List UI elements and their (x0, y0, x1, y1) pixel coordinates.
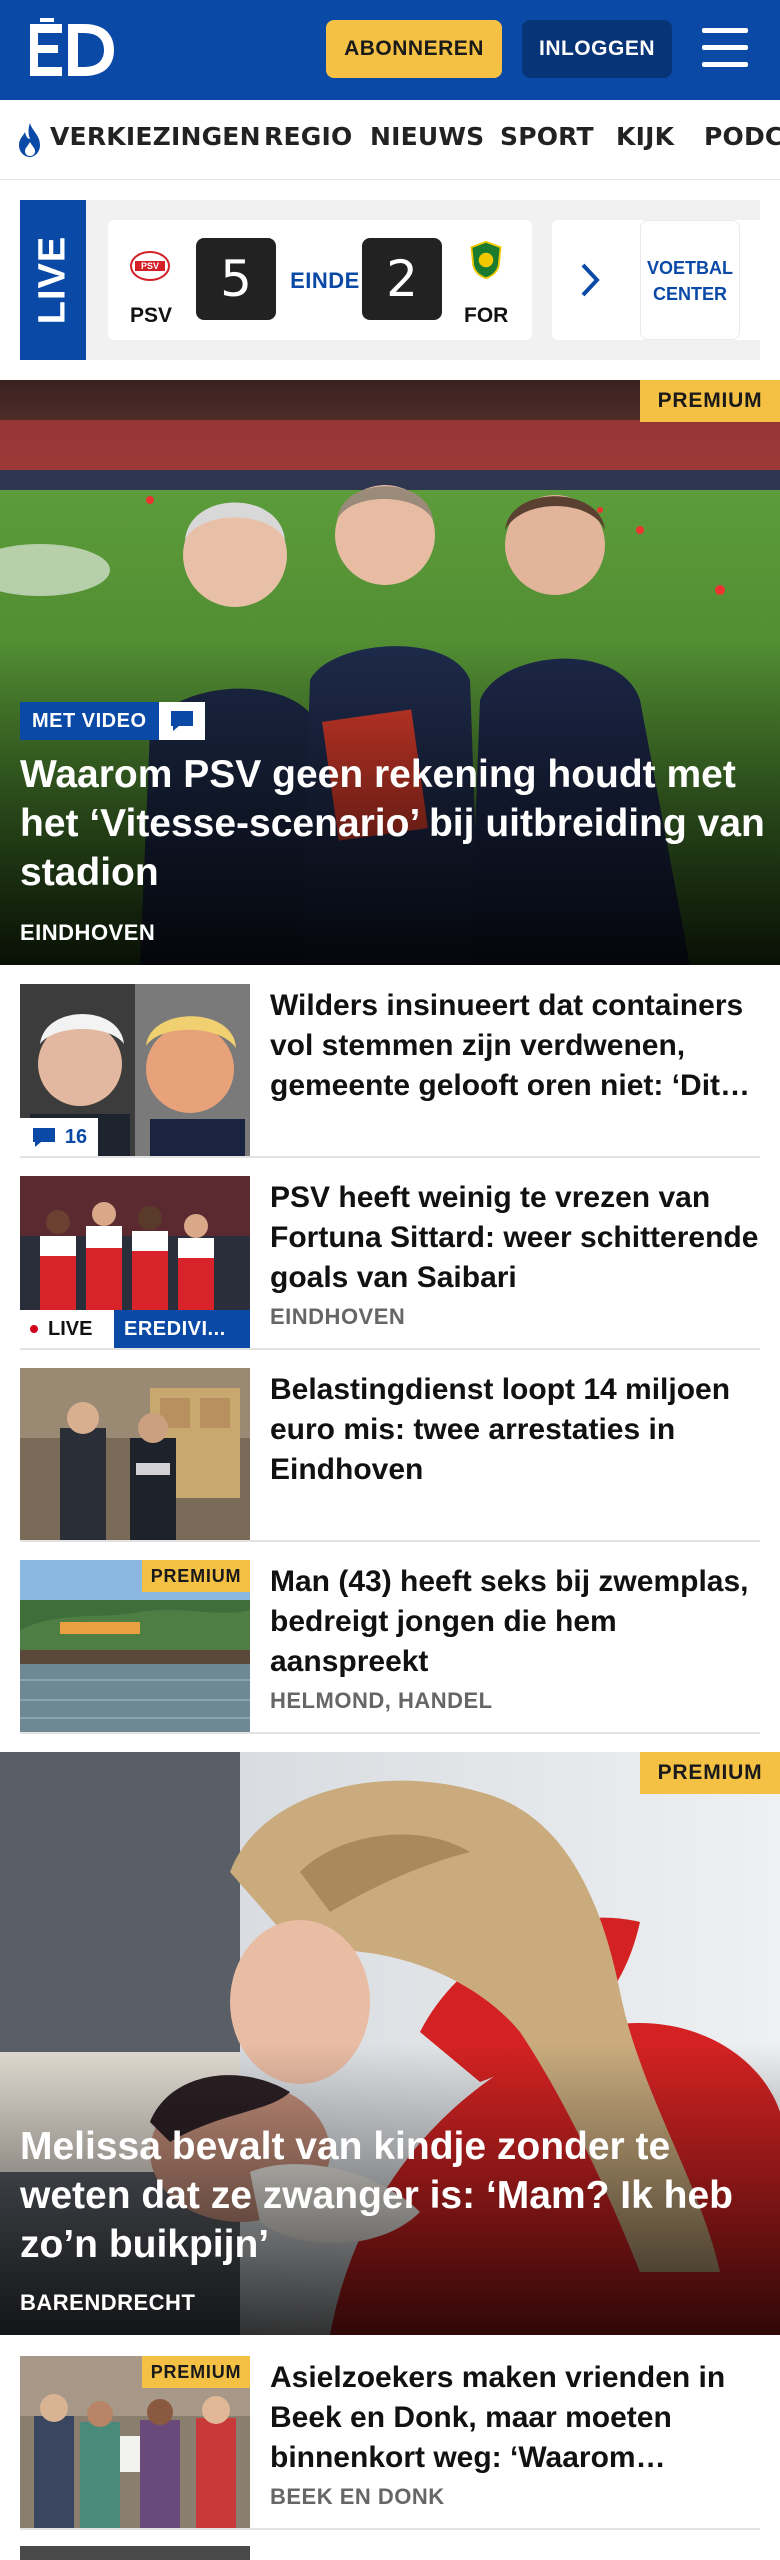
premium-badge: PREMIUM (640, 1752, 780, 1794)
list-item[interactable]: LIVE EREDIVI... PSV heeft weinig te vrez… (20, 1158, 760, 1350)
away-team-name: FOR (464, 304, 509, 327)
nav-item-sport[interactable]: SPORT (500, 122, 594, 151)
hamburger-menu-icon[interactable] (696, 24, 754, 74)
flame-icon (19, 123, 40, 157)
site-header: ABONNEREN INLOGGEN (0, 0, 780, 100)
video-badge: MET VIDEO (20, 702, 205, 740)
chevron-right-icon[interactable] (580, 262, 600, 298)
fortuna-club-logo-icon (470, 240, 502, 280)
article-title[interactable]: PSV heeft weinig te vrezen van Fortuna S… (270, 1178, 760, 1298)
comment-icon (32, 1128, 55, 1147)
article-title[interactable]: Wilders insinueert dat containers vol st… (270, 986, 760, 1106)
away-score: 2 (362, 238, 442, 320)
article-location: EINDHOVEN (270, 1304, 406, 1329)
thumb-swimming-lake: PREMIUM (20, 1560, 250, 1732)
nav-item-regio[interactable]: REGIO (264, 122, 352, 151)
nav-item-verkiezingen[interactable]: VERKIEZINGEN (50, 122, 261, 151)
login-button[interactable]: INLOGGEN (522, 20, 672, 78)
nav-item-kijk[interactable]: KIJK (616, 122, 674, 151)
list-item[interactable]: PREMIUM Asielzoekers maken vrienden in B… (20, 2338, 760, 2530)
article-location: BEEK EN DONK (270, 2484, 445, 2509)
hero-title[interactable]: Waarom PSV geen rekening houdt met het ‘… (20, 750, 770, 897)
live-tab: LIVE (20, 200, 86, 360)
video-badge-label: MET VIDEO (20, 702, 159, 740)
live-score-widget: LIVE PSV PSV 5 EINDE 2 FOR VOETBAL CENTE… (20, 200, 760, 360)
live-label: LIVE (31, 235, 74, 325)
match-card[interactable]: PSV PSV 5 EINDE 2 FOR (108, 220, 532, 340)
live-badge: LIVE (20, 1310, 114, 1348)
psv-club-logo-icon: PSV (130, 251, 170, 281)
thumb-fiod-raid (20, 1368, 250, 1540)
premium-badge: PREMIUM (640, 380, 780, 422)
hero-location: EINDHOVEN (20, 920, 156, 945)
list-item[interactable]: PREMIUM Man (43) heeft seks bij zwemplas… (20, 1542, 760, 1734)
live-badge-label: LIVE (48, 1317, 93, 1340)
ed-logo[interactable] (28, 18, 116, 80)
hero-article-psv-stadium[interactable]: PREMIUM MET VIDEO Waarom PSV geen rekeni… (0, 380, 780, 965)
category-badge: EREDIVI... (114, 1310, 250, 1348)
article-title[interactable]: Belastingdienst loopt 14 miljoen euro mi… (270, 1370, 760, 1490)
article-location: HELMOND, HANDEL (270, 1688, 493, 1713)
premium-badge: PREMIUM (142, 2356, 250, 2388)
list-item[interactable]: 16 Wilders insinueert dat containers vol… (20, 966, 760, 1158)
hero-title[interactable]: Melissa bevalt van kindje zonder te wete… (20, 2122, 770, 2269)
match-status: EINDE (290, 268, 360, 293)
premium-badge: PREMIUM (142, 1560, 250, 1592)
section-nav: VERKIEZINGEN REGIO NIEUWS SPORT KIJK POD… (0, 100, 780, 180)
article-title[interactable]: Man (43) heeft seks bij zwemplas, bedrei… (270, 1562, 760, 1682)
home-team-name: PSV (130, 304, 173, 327)
list-item[interactable]: Belastingdienst loopt 14 miljoen euro mi… (20, 1350, 760, 1542)
svg-text:PSV: PSV (141, 261, 159, 271)
list-item-next-thumb[interactable] (20, 2546, 250, 2560)
article-title[interactable]: Asielzoekers maken vrienden in Beek en D… (270, 2358, 760, 2478)
comment-icon (158, 702, 205, 740)
subscribe-button[interactable]: ABONNEREN (326, 20, 502, 78)
nav-item-podcast[interactable]: PODCAST (704, 122, 780, 151)
comment-count-badge: 16 (20, 1118, 98, 1156)
hero-location: BARENDRECHT (20, 2290, 196, 2315)
voetbal-center-label-2: CENTER (652, 284, 727, 304)
comment-count: 16 (64, 1125, 88, 1148)
hero-article-melissa[interactable]: PREMIUM Melissa bevalt van kindje zonder… (0, 1752, 780, 2335)
voetbal-center-link[interactable]: VOETBAL CENTER (640, 220, 740, 340)
nav-item-nieuws[interactable]: NIEUWS (370, 122, 484, 151)
thumb-asylum-seekers: PREMIUM (20, 2356, 250, 2528)
voetbal-center-label-1: VOETBAL (646, 258, 733, 278)
live-dot-icon (30, 1325, 38, 1333)
home-score: 5 (196, 238, 276, 320)
